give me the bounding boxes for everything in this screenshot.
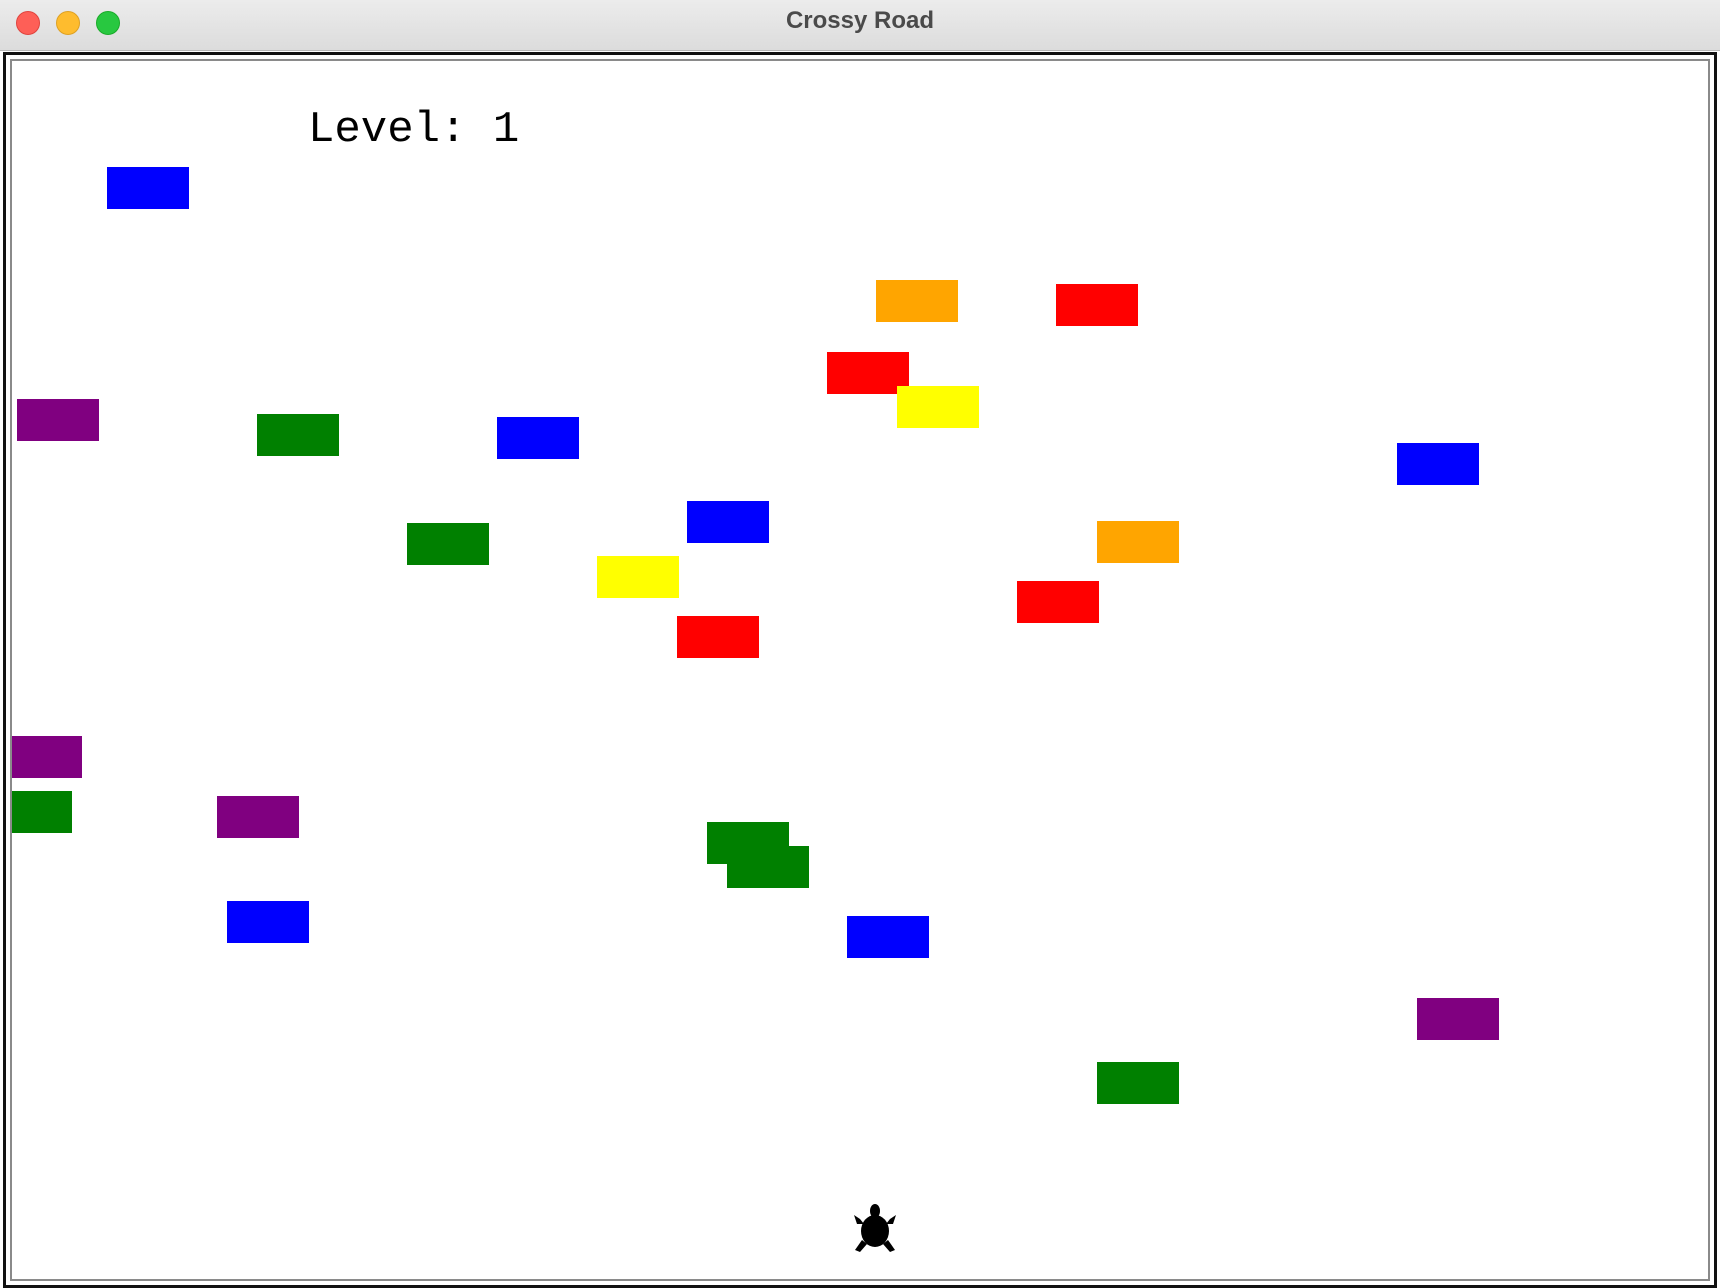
car-red [677, 616, 759, 658]
car-green [12, 791, 72, 833]
car-blue [1397, 443, 1479, 485]
car-blue [687, 501, 769, 543]
car-purple [12, 736, 82, 778]
car-green [407, 523, 489, 565]
car-red [1056, 284, 1138, 326]
car-yellow [897, 386, 979, 428]
car-orange [876, 280, 958, 322]
title-bar[interactable]: Crossy Road [0, 0, 1720, 51]
car-yellow [597, 556, 679, 598]
car-green [257, 414, 339, 456]
level-label: Level: 1 [308, 105, 520, 155]
car-purple [217, 796, 299, 838]
car-green [727, 846, 809, 888]
turtle-icon [854, 1204, 896, 1252]
car-blue [847, 916, 929, 958]
window-title: Crossy Road [785, 7, 935, 34]
game-canvas[interactable]: Level: 1 [10, 59, 1710, 1281]
game-window: Crossy Road Level: 1 [0, 0, 1720, 1288]
car-blue [227, 901, 309, 943]
car-green [1097, 1062, 1179, 1104]
car-red [1017, 581, 1099, 623]
canvas-frame: Level: 1 [3, 52, 1717, 1288]
car-purple [1417, 998, 1499, 1040]
car-blue [107, 167, 189, 209]
car-orange [1097, 521, 1179, 563]
car-purple [17, 399, 99, 441]
car-blue [497, 417, 579, 459]
